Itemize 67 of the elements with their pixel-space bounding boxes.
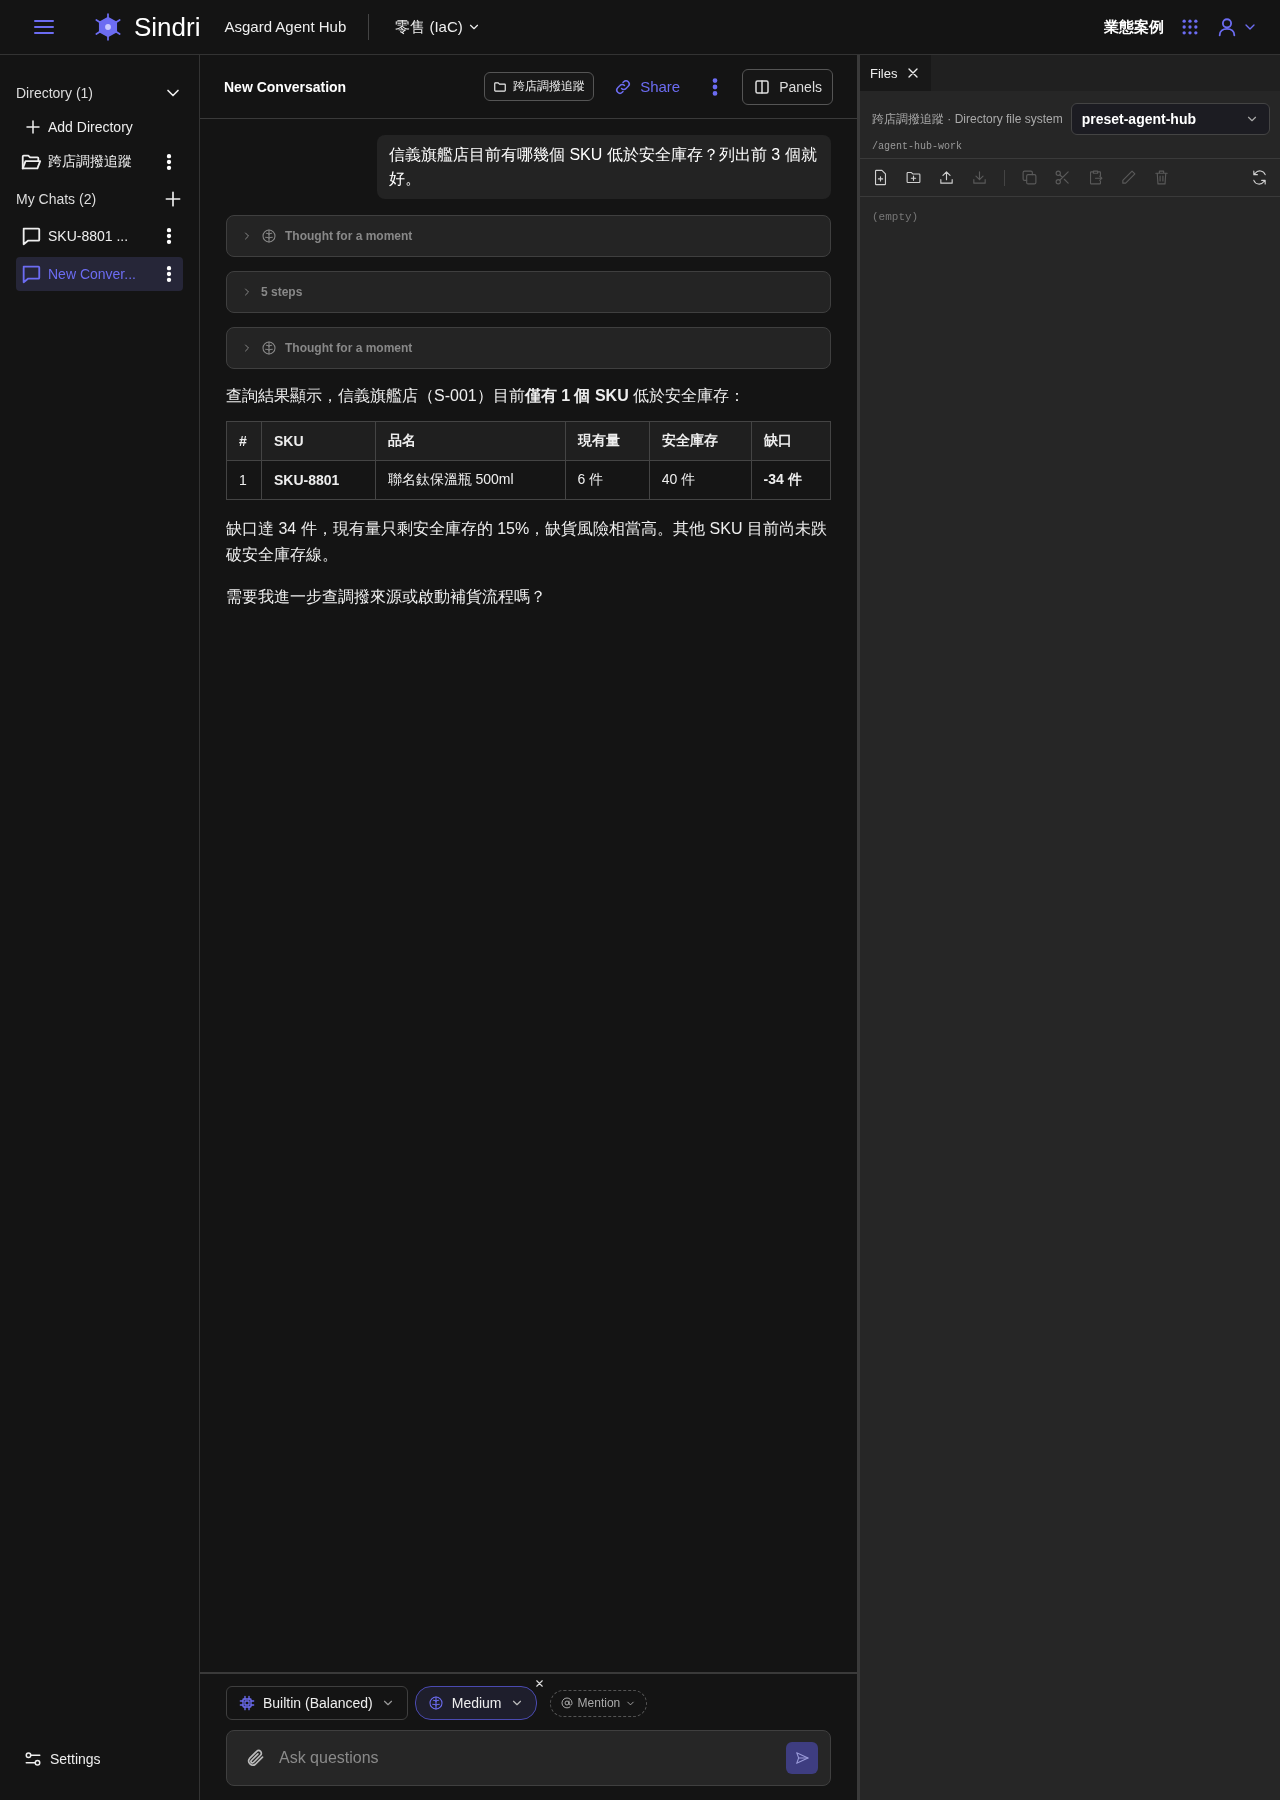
- composer-field[interactable]: Ask questions: [226, 1730, 831, 1786]
- answer-paragraph: 需要我進一步查調撥來源或啟動補貨流程嗎？: [226, 587, 547, 607]
- new-folder-icon[interactable]: [905, 169, 922, 186]
- add-directory-button[interactable]: Add Directory: [16, 111, 183, 143]
- section-header: My Chats (2): [16, 191, 97, 207]
- nav-link[interactable]: 業態案例: [1104, 17, 1164, 37]
- table-header: 缺口: [751, 421, 831, 461]
- sidebar-panel-icon: [753, 77, 772, 96]
- reasoning-effort-select[interactable]: Medium: [414, 1686, 537, 1720]
- hexagon-logo-icon: [94, 13, 122, 41]
- table-header: 現有量: [565, 421, 650, 461]
- chip-icon: [239, 1695, 255, 1711]
- send-icon: [794, 1750, 810, 1766]
- answer-paragraph: 查詢結果顯示，信義旗艦店（S-001）目前僅有 1 個 SKU 低於安全庫存：: [226, 386, 747, 406]
- new-chat-icon[interactable]: [163, 189, 183, 209]
- link-icon: [614, 77, 633, 96]
- settings-icon: [24, 1750, 42, 1768]
- settings-button[interactable]: Settings: [16, 1744, 183, 1774]
- table-cell: -34 件: [751, 460, 831, 500]
- plus-icon: [24, 118, 42, 136]
- section-header: Directory (1): [16, 85, 93, 101]
- paperclip-icon[interactable]: [245, 1748, 265, 1768]
- collapsible-section[interactable]: Thought for a moment: [226, 215, 831, 257]
- chat-bubble-icon: [20, 263, 42, 285]
- chat-item[interactable]: SKU-8801 ...: [16, 219, 183, 253]
- user-icon: [1216, 16, 1238, 38]
- chat-item[interactable]: New Conver...: [16, 257, 183, 291]
- panels-button[interactable]: Panels: [742, 68, 833, 105]
- table-cell: 6 件: [565, 460, 650, 500]
- new-file-icon[interactable]: [872, 169, 889, 186]
- empty-message: (empty): [871, 210, 920, 225]
- filesystem-select[interactable]: preset-agent-hub: [1070, 103, 1270, 135]
- directory-path: /agent-hub-work: [872, 141, 963, 152]
- close-icon[interactable]: [533, 1678, 545, 1689]
- collapsible-section[interactable]: 5 steps: [226, 271, 831, 313]
- chat-bubble-icon: [20, 225, 42, 247]
- user-message: 信義旗艦店目前有哪幾個 SKU 低於安全庫存？列出前 3 個就好。: [377, 135, 831, 199]
- files-tab[interactable]: Files: [860, 55, 932, 91]
- message-input[interactable]: Ask questions: [277, 1748, 774, 1768]
- folder-icon: [493, 79, 508, 94]
- answer-paragraph: 缺口達 34 件，現有量只剩安全庫存的 15%，缺貨風險相當高。其他 SKU 目前尚未跌破安全庫存線。: [226, 519, 828, 565]
- directory-item[interactable]: 跨店調撥追蹤: [48, 153, 153, 171]
- table-cell: 40 件: [649, 460, 752, 500]
- table-header: 品名: [375, 421, 565, 461]
- model-select[interactable]: Builtin (Balanced): [226, 1686, 408, 1720]
- brain-icon: [261, 340, 277, 356]
- app-name: Asgard Agent Hub: [224, 14, 370, 40]
- send-button[interactable]: [786, 1742, 818, 1774]
- table-cell: 聯名鈦保溫瓶 500ml: [375, 460, 565, 500]
- brain-icon: [427, 1695, 444, 1711]
- upload-icon[interactable]: [938, 169, 955, 186]
- collapsible-section[interactable]: Thought for a moment: [226, 327, 831, 369]
- apps-grid-icon[interactable]: [1180, 17, 1200, 37]
- directory-chip[interactable]: 跨店調撥追蹤: [484, 72, 595, 101]
- conversation-title: New Conversation: [224, 78, 348, 95]
- table-cell: 1: [226, 460, 262, 500]
- brain-icon: [261, 228, 277, 244]
- table-header: #: [226, 421, 262, 461]
- refresh-icon[interactable]: [1251, 169, 1268, 186]
- at-sign-icon: [560, 1697, 573, 1709]
- share-button[interactable]: Share: [606, 73, 689, 100]
- source-label: 跨店調撥追蹤 · Directory file system: [872, 110, 1063, 128]
- table-cell: SKU-8801: [261, 460, 376, 500]
- table-header: SKU: [261, 421, 376, 461]
- brand-name: Sindri: [134, 11, 201, 43]
- workspace-dropdown[interactable]: 零售 (IaC): [391, 13, 485, 41]
- table-header: 安全庫存: [649, 421, 752, 461]
